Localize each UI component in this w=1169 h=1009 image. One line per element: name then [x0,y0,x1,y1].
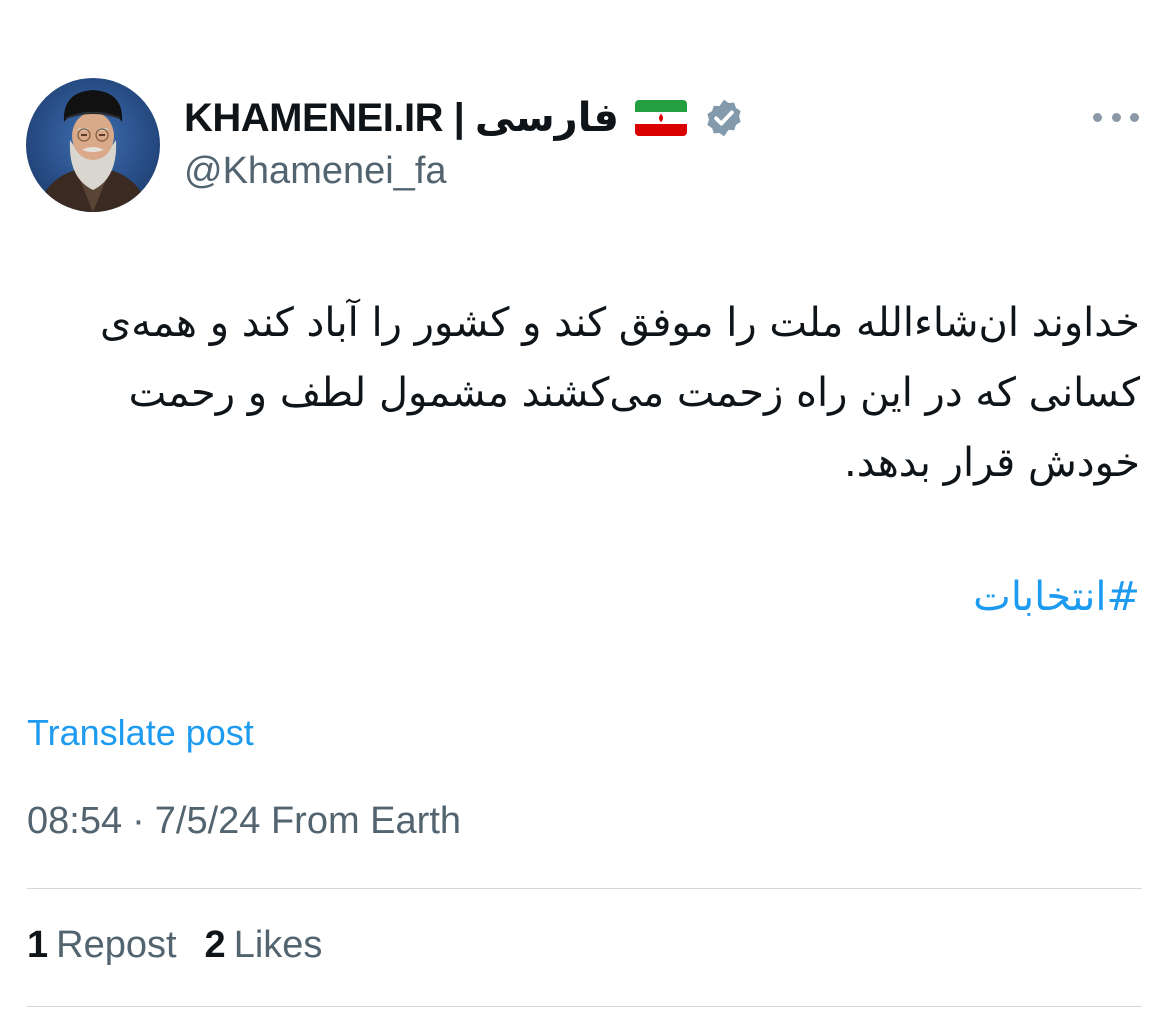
likes-label: Likes [233,924,323,966]
iran-flag-icon [634,100,687,136]
hashtag-link[interactable]: #انتخابات [973,562,1140,632]
reposts-stat[interactable]: 1 Repost [27,924,177,967]
post-date: 7/5/24 [154,800,261,842]
author-name-row[interactable]: KHAMENEI.IR | فارسی [184,92,745,144]
post-source: From Earth [270,800,462,842]
post-time: 08:54 [27,800,123,842]
post-stats: 1 Repost 2 Likes [27,924,322,967]
avatar-image [26,78,160,212]
post-text: خداوند ان‌شاءالله ملت را موفق کند و کشور… [100,300,1140,486]
meta-separator: · [132,800,145,842]
avatar[interactable] [26,78,160,212]
divider [27,1006,1142,1007]
author-display-name[interactable]: KHAMENEI.IR | فارسی [184,95,619,141]
reposts-count: 1 [27,924,49,966]
likes-stat[interactable]: 2 Likes [205,924,323,967]
translate-post-link[interactable]: Translate post [27,712,254,754]
post-metadata: 08:54 · 7/5/24 From Earth [27,800,461,843]
likes-count: 2 [204,924,226,966]
author-handle[interactable]: @Khamenei_fa [184,150,447,193]
verified-badge-icon [703,97,745,139]
more-options-icon[interactable] [1093,104,1139,130]
divider [27,888,1142,889]
reposts-label: Repost [56,924,177,966]
